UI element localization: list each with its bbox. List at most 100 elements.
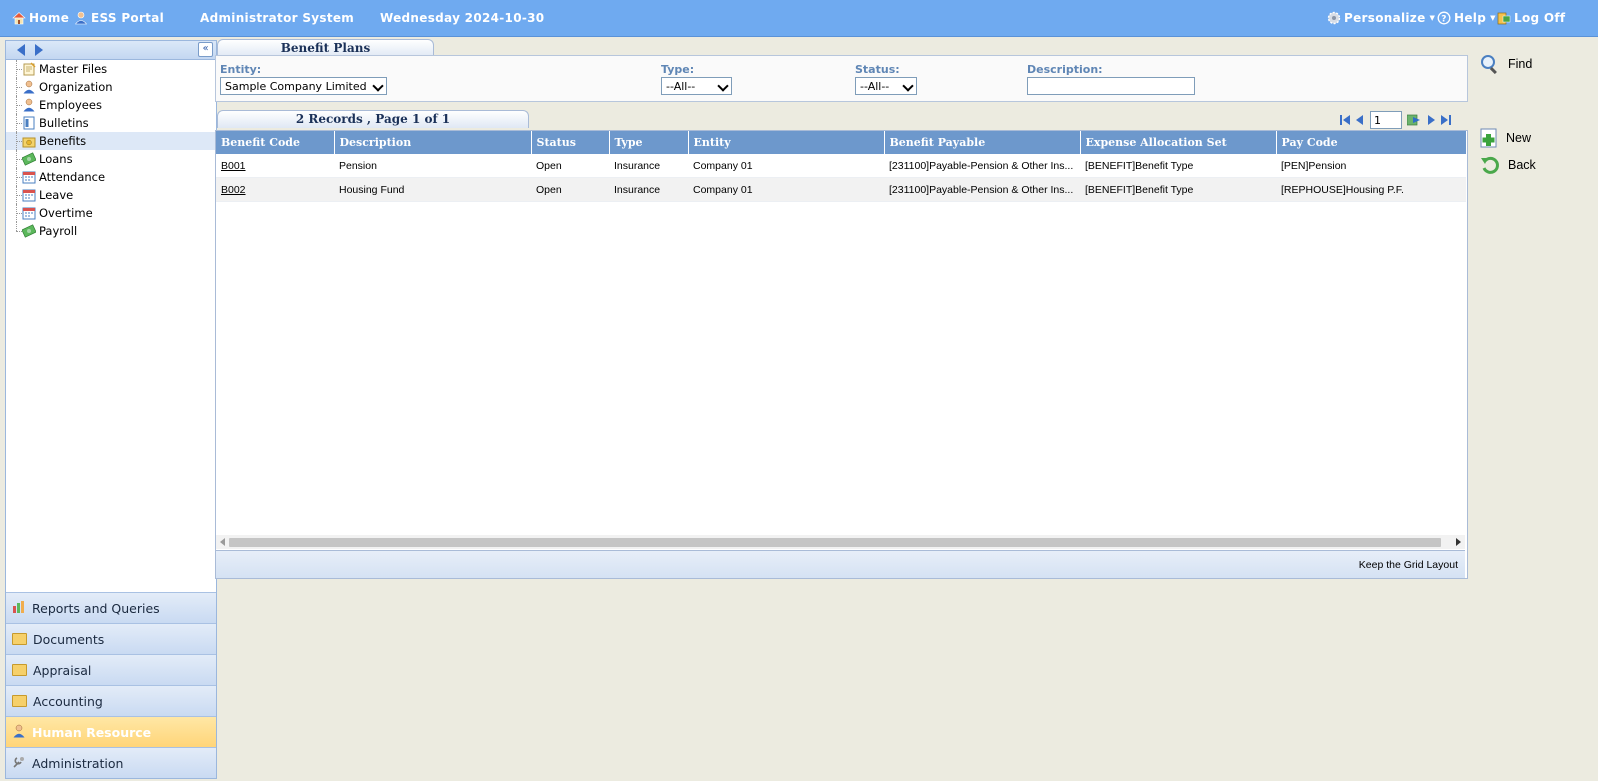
entity-label: Entity: xyxy=(220,63,262,76)
logoff-label: Log Off xyxy=(1514,11,1566,25)
current-date: Wednesday 2024-10-30 xyxy=(380,11,544,25)
column-header-type[interactable]: Type xyxy=(609,131,689,154)
grid-header-row: Benefit Code Description Status Type Entity B… xyxy=(216,131,1467,154)
accordion-label: Human Resource xyxy=(32,724,152,740)
benefit-plans-grid: Benefit Code Description Status Type Entity B… xyxy=(215,130,1468,579)
sidebar-item-master-files[interactable]: Master Files xyxy=(6,60,216,78)
help-menu[interactable]: ? Help ▼ xyxy=(1437,11,1496,25)
type-select[interactable]: --All-- xyxy=(661,77,732,95)
scroll-right-icon[interactable] xyxy=(1456,538,1461,546)
table-cell: [REPHOUSE]Housing P.F. xyxy=(1276,177,1466,202)
prev-page-icon[interactable] xyxy=(1355,114,1365,126)
sidebar-item-attendance[interactable]: Attendance xyxy=(6,168,216,186)
table-cell: Open xyxy=(531,177,609,202)
records-summary: 2 Records , Page 1 of 1 xyxy=(295,112,451,126)
table-row[interactable]: B002 Housing Fund Open Insurance Company 01[… xyxy=(216,177,1466,202)
accordion-administration[interactable]: Administration xyxy=(6,747,216,778)
table-cell: [231100]Payable-Pension & Other Ins... xyxy=(884,154,1080,178)
accordion-accounting[interactable]: Accounting xyxy=(6,685,216,716)
new-button[interactable]: New xyxy=(1480,128,1531,148)
table-cell: Insurance xyxy=(609,177,688,202)
sidebar-item-bulletins[interactable]: Bulletins xyxy=(6,114,216,132)
page-number-input[interactable]: 1 xyxy=(1370,111,1402,129)
reports-icon xyxy=(12,600,26,617)
column-header-status[interactable]: Status xyxy=(531,131,610,154)
first-page-icon[interactable] xyxy=(1340,114,1350,126)
sidebar-item-label: Master Files xyxy=(39,62,108,76)
help-icon: ? xyxy=(1437,11,1451,25)
sidebar-item-organization[interactable]: Organization xyxy=(6,78,216,96)
column-header-pay-code[interactable]: Pay Code xyxy=(1276,131,1467,154)
accordion-appraisal[interactable]: Appraisal xyxy=(6,654,216,685)
chevron-down-icon xyxy=(902,80,914,92)
column-header-benefit-payable[interactable]: Benefit Payable xyxy=(884,131,1081,154)
bulletin-icon xyxy=(22,116,36,130)
find-label: Find xyxy=(1508,57,1533,71)
status-label: Status: xyxy=(855,63,900,76)
back-button[interactable]: Back xyxy=(1480,155,1536,175)
note-icon xyxy=(22,62,36,76)
chevron-down-icon: ▼ xyxy=(1490,14,1496,22)
column-header-entity[interactable]: Entity xyxy=(688,131,885,154)
back-label: Back xyxy=(1508,158,1536,172)
keep-grid-layout-link[interactable]: Keep the Grid Layout xyxy=(1359,559,1458,571)
sidebar-item-label: Overtime xyxy=(39,206,93,220)
next-page-icon[interactable] xyxy=(1426,114,1436,126)
undo-icon xyxy=(1481,156,1499,174)
description-input[interactable] xyxy=(1027,77,1195,95)
type-label: Type: xyxy=(661,63,695,76)
type-select-value: --All-- xyxy=(666,80,696,93)
money-icon xyxy=(21,224,37,238)
personalize-menu[interactable]: Personalize ▼ xyxy=(1327,11,1435,25)
horizontal-scrollbar[interactable] xyxy=(216,535,1465,549)
scroll-left-icon[interactable] xyxy=(220,538,225,546)
last-page-icon[interactable] xyxy=(1441,114,1451,126)
sidebar-item-label: Benefits xyxy=(39,134,87,148)
accordion-reports-and-queries[interactable]: Reports and Queries xyxy=(6,592,216,623)
status-select[interactable]: --All-- xyxy=(855,77,917,95)
column-header-benefit-code[interactable]: Benefit Code xyxy=(216,131,335,154)
records-tab: 2 Records , Page 1 of 1 xyxy=(217,110,529,128)
accordion-documents[interactable]: Documents xyxy=(6,623,216,654)
person-icon xyxy=(74,11,88,25)
scrollbar-thumb[interactable] xyxy=(229,538,1441,547)
logoff-button[interactable]: Log Off xyxy=(1497,11,1565,25)
money-icon xyxy=(21,152,37,166)
column-header-expense-allocation-set[interactable]: Expense Allocation Set xyxy=(1080,131,1277,154)
entity-select[interactable]: Sample Company Limited xyxy=(220,77,387,95)
person-icon xyxy=(22,98,36,112)
table-cell: [BENEFIT]Benefit Type xyxy=(1080,154,1276,178)
table-cell: Insurance xyxy=(609,154,688,178)
accordion-human-resource[interactable]: Human Resource xyxy=(6,716,216,747)
status-select-value: --All-- xyxy=(860,80,890,93)
sidebar-item-label: Payroll xyxy=(39,224,78,238)
sidebar: « Master Files Organization Employees Bulle… xyxy=(5,40,217,779)
sidebar-item-payroll[interactable]: Payroll xyxy=(6,222,216,240)
benefits-icon xyxy=(22,134,36,148)
module-accordion: Reports and Queries Documents Appraisal Acc… xyxy=(6,592,216,778)
sidebar-item-employees[interactable]: Employees xyxy=(6,96,216,114)
sidebar-item-loans[interactable]: Loans xyxy=(6,150,216,168)
admin-icon xyxy=(12,755,26,772)
go-page-icon[interactable] xyxy=(1407,114,1421,126)
find-button[interactable]: Find xyxy=(1480,54,1532,74)
new-label: New xyxy=(1506,131,1532,145)
column-header-description[interactable]: Description xyxy=(334,131,532,154)
grid-body: B001 Pension Open Insurance Company 01 [23110… xyxy=(216,154,1466,202)
sidebar-item-leave[interactable]: Leave xyxy=(6,186,216,204)
ess-portal-link[interactable]: ESS Portal xyxy=(74,11,164,25)
benefit-code-link[interactable]: B001 xyxy=(216,154,334,178)
accordion-label: Accounting xyxy=(33,693,103,709)
svg-text:?: ? xyxy=(1441,15,1447,25)
accordion-label: Appraisal xyxy=(33,662,92,678)
table-cell: Company 01 xyxy=(688,154,884,178)
collapse-sidebar-button[interactable]: « xyxy=(198,42,213,57)
home-link[interactable]: Home xyxy=(12,11,69,25)
benefit-code-link[interactable]: B002 xyxy=(216,177,334,202)
forward-arrow-icon[interactable] xyxy=(35,44,43,56)
sidebar-item-overtime[interactable]: Overtime xyxy=(6,204,216,222)
sidebar-item-benefits[interactable]: Benefits xyxy=(6,132,216,150)
back-arrow-icon[interactable] xyxy=(17,44,25,56)
table-cell: Pension xyxy=(334,154,531,178)
table-row[interactable]: B001 Pension Open Insurance Company 01 [23110… xyxy=(216,154,1466,178)
